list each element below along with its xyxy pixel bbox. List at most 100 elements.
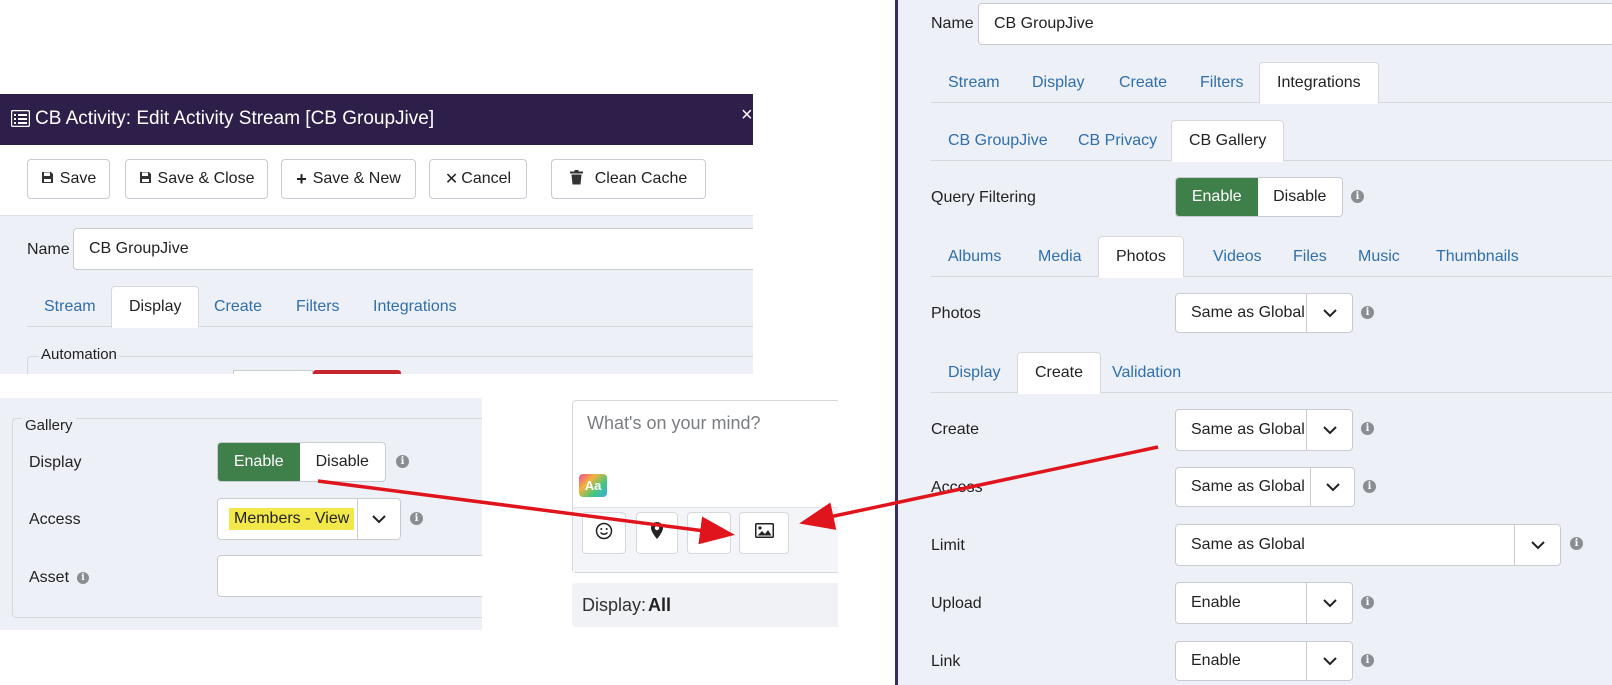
chevron-down-icon bbox=[1310, 468, 1354, 506]
photos-label: Photos bbox=[931, 305, 981, 322]
cancel-button[interactable]: ✕ Cancel bbox=[429, 159, 527, 199]
clean-cache-button[interactable]: Clean Cache bbox=[551, 159, 706, 199]
tab-filters[interactable]: Filters bbox=[279, 286, 357, 327]
plus-icon: + bbox=[296, 168, 307, 189]
create-select[interactable]: Same as Global bbox=[1175, 409, 1353, 451]
query-filtering-enable-button[interactable]: Enable bbox=[1176, 178, 1258, 216]
info-icon[interactable]: i bbox=[396, 455, 409, 468]
location-button[interactable] bbox=[636, 512, 678, 554]
access-select[interactable]: Members - View bbox=[217, 498, 401, 540]
info-icon[interactable]: i bbox=[1361, 596, 1374, 609]
tab-albums[interactable]: Albums bbox=[931, 236, 1018, 277]
display-disable-button[interactable]: Disable bbox=[300, 443, 385, 481]
tab-photo-create[interactable]: Create bbox=[1017, 352, 1102, 394]
info-icon[interactable]: i bbox=[410, 512, 423, 525]
limit-label: Limit bbox=[931, 537, 965, 554]
smiley-icon bbox=[595, 522, 613, 545]
access-select[interactable]: Same as Global bbox=[1175, 467, 1355, 507]
upload-select[interactable]: Enable bbox=[1175, 582, 1353, 624]
display-toggle: Enable Disable bbox=[217, 442, 386, 482]
chevron-down-icon bbox=[1514, 525, 1560, 565]
tab-thumbnails[interactable]: Thumbnails bbox=[1419, 236, 1536, 277]
tab-filters[interactable]: Filters bbox=[1183, 62, 1261, 103]
tab-photo-validation[interactable]: Validation bbox=[1095, 352, 1198, 393]
tab-integrations[interactable]: Integrations bbox=[356, 286, 474, 327]
tab-cb-privacy[interactable]: CB Privacy bbox=[1061, 120, 1174, 161]
tab-display[interactable]: Display bbox=[111, 286, 200, 328]
photos-select[interactable]: Same as Global bbox=[1175, 293, 1353, 333]
photos-value: Same as Global bbox=[1191, 304, 1305, 321]
activity-composer: What's on your mind? Aa Display: All bbox=[482, 374, 838, 630]
info-icon[interactable]: i bbox=[1361, 306, 1374, 319]
chevron-down-icon bbox=[1306, 294, 1352, 332]
integrations-panel: Name CB GroupJive Stream Display Create … bbox=[898, 0, 1612, 685]
display-filter-value: All bbox=[648, 595, 672, 615]
gallery-button[interactable] bbox=[739, 512, 789, 554]
times-icon: ✕ bbox=[444, 171, 459, 188]
info-icon[interactable]: i bbox=[1361, 422, 1374, 435]
image-icon bbox=[754, 523, 774, 543]
chevron-down-icon bbox=[1306, 583, 1352, 623]
asset-label: Asset bbox=[29, 569, 70, 586]
tab-videos[interactable]: Videos bbox=[1196, 236, 1279, 277]
tab-stream[interactable]: Stream bbox=[27, 286, 113, 327]
query-filtering-disable-button[interactable]: Disable bbox=[1258, 178, 1342, 216]
toolbar: Save Save & Close + Save & New ✕ Cancel … bbox=[0, 145, 753, 216]
tab-photo-display[interactable]: Display bbox=[931, 352, 1017, 393]
save-close-label: Save & Close bbox=[157, 170, 255, 187]
close-icon[interactable]: × bbox=[741, 104, 753, 127]
asset-input[interactable] bbox=[217, 555, 487, 597]
info-icon[interactable]: i bbox=[1363, 480, 1376, 493]
tab-create[interactable]: Create bbox=[1102, 62, 1184, 103]
tab-cb-groupjive[interactable]: CB GroupJive bbox=[931, 120, 1065, 161]
tab-photos[interactable]: Photos bbox=[1098, 236, 1184, 278]
create-value: Same as Global bbox=[1191, 421, 1305, 438]
tab-display[interactable]: Display bbox=[1015, 62, 1101, 103]
trash-icon bbox=[569, 170, 583, 188]
upload-value: Enable bbox=[1191, 594, 1241, 611]
save-new-label: Save & New bbox=[312, 170, 401, 187]
automation-toggle-peek-red bbox=[313, 370, 401, 374]
tab-music[interactable]: Music bbox=[1341, 236, 1417, 277]
tag-user-button[interactable] bbox=[687, 512, 731, 554]
clean-cache-label: Clean Cache bbox=[594, 170, 688, 187]
window-title-bar: CB Activity: Edit Activity Stream [CB Gr… bbox=[0, 94, 753, 145]
query-filtering-toggle: Enable Disable bbox=[1175, 177, 1343, 217]
display-label: Display bbox=[29, 454, 82, 471]
user-icon bbox=[701, 523, 717, 544]
edit-activity-window: CB Activity: Edit Activity Stream [CB Gr… bbox=[0, 94, 753, 374]
limit-select[interactable]: Same as Global bbox=[1175, 524, 1561, 566]
text-format-icon[interactable]: Aa bbox=[579, 474, 607, 497]
tab-media[interactable]: Media bbox=[1021, 236, 1099, 277]
map-pin-icon bbox=[651, 522, 663, 544]
list-icon bbox=[10, 109, 31, 132]
tab-cb-gallery[interactable]: CB Gallery bbox=[1171, 120, 1285, 162]
name-input[interactable]: CB GroupJive bbox=[978, 3, 1612, 45]
chevron-down-icon bbox=[357, 499, 400, 539]
tab-stream[interactable]: Stream bbox=[931, 62, 1017, 103]
emoji-button[interactable] bbox=[582, 512, 626, 554]
display-enable-button[interactable]: Enable bbox=[218, 443, 300, 481]
info-icon[interactable]: i bbox=[1570, 537, 1583, 550]
info-icon[interactable]: i bbox=[77, 572, 89, 584]
chevron-down-icon bbox=[1306, 642, 1352, 680]
tab-create[interactable]: Create bbox=[197, 286, 279, 327]
tab-files[interactable]: Files bbox=[1276, 236, 1344, 277]
access-label: Access bbox=[29, 511, 81, 528]
floppy-disk-icon bbox=[139, 171, 152, 187]
save-button[interactable]: Save bbox=[27, 159, 110, 199]
upload-label: Upload bbox=[931, 595, 982, 612]
info-icon[interactable]: i bbox=[1361, 654, 1374, 667]
tab-integrations[interactable]: Integrations bbox=[1259, 62, 1379, 104]
save-close-button[interactable]: Save & Close bbox=[125, 159, 268, 199]
name-label: Name bbox=[27, 241, 70, 258]
link-select[interactable]: Enable bbox=[1175, 641, 1353, 681]
composer-input[interactable]: What's on your mind? bbox=[587, 413, 761, 434]
save-new-button[interactable]: + Save & New bbox=[281, 159, 416, 199]
floppy-disk-icon bbox=[41, 171, 54, 187]
link-label: Link bbox=[931, 653, 961, 670]
name-input[interactable]: CB GroupJive bbox=[73, 228, 753, 270]
info-icon[interactable]: i bbox=[1351, 190, 1364, 203]
create-label: Create bbox=[931, 421, 980, 438]
limit-value: Same as Global bbox=[1191, 536, 1305, 553]
